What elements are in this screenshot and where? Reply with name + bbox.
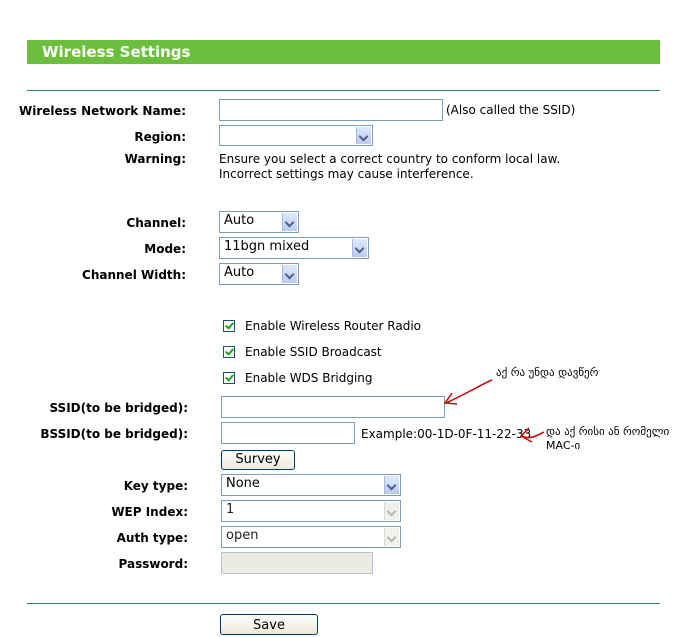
annotation-arrow-1	[445, 379, 493, 404]
annotation-arrow-2	[521, 431, 545, 439]
annotation-arrows	[443, 379, 545, 443]
annotation-arrow-2-head	[519, 427, 533, 443]
